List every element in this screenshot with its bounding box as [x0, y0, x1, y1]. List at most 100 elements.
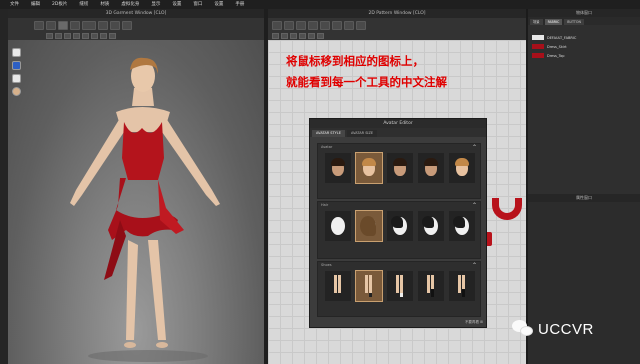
- shoes-thumb[interactable]: [449, 271, 475, 301]
- menu-manual[interactable]: 手册: [229, 0, 250, 9]
- chevron-up-icon[interactable]: ⌃: [472, 202, 477, 209]
- avatar-editor-footer[interactable]: 不要再看 ⊞: [465, 320, 483, 325]
- avatar-thumb[interactable]: [325, 153, 351, 183]
- avatar-editor-dialog: Avatar Editor AVATAR STYLE AVATAR SIZE A…: [309, 118, 487, 328]
- tab-button[interactable]: BUTTON: [564, 19, 584, 25]
- arrangement-tool-button[interactable]: [110, 20, 120, 30]
- internal-line-button[interactable]: [332, 20, 342, 30]
- fold-tool-button[interactable]: [82, 20, 96, 30]
- edit-pattern-button[interactable]: [284, 20, 294, 30]
- avatar-icon[interactable]: [12, 48, 21, 57]
- tab-avatar-size[interactable]: AVATAR SIZE: [346, 130, 378, 137]
- shoes-thumb[interactable]: [387, 271, 413, 301]
- 3d-toolbar-secondary: [8, 32, 264, 40]
- shoes-thumb[interactable]: [325, 271, 351, 301]
- circle-button[interactable]: [320, 20, 330, 30]
- polygon-button[interactable]: [296, 20, 306, 30]
- section-label: Hair: [321, 203, 329, 207]
- tab-scene[interactable]: 场景: [530, 19, 543, 25]
- menu-display[interactable]: 显示: [145, 0, 166, 9]
- menu-2d-pattern[interactable]: 2D板片: [46, 0, 73, 9]
- dart-button[interactable]: [290, 33, 297, 39]
- fabric-name: Dress_Top: [547, 53, 565, 58]
- menu-settings[interactable]: 设置: [166, 0, 187, 9]
- hair-section: Hair ⌃: [317, 201, 481, 259]
- object-browser-panel: 物体窗口 场景 FABRIC BUTTON DEFAULT_FABRIC Dre…: [526, 9, 640, 364]
- menu-preferences[interactable]: 设置: [208, 0, 229, 9]
- avatar-thumb[interactable]: [387, 153, 413, 183]
- fabric-icon[interactable]: [12, 74, 21, 83]
- view-back-button[interactable]: [64, 33, 71, 39]
- trace-button[interactable]: [308, 33, 315, 39]
- tab-avatar-style[interactable]: AVATAR STYLE: [312, 130, 345, 137]
- avatar-thumb[interactable]: [449, 153, 475, 183]
- curve-button[interactable]: [281, 33, 288, 39]
- avatar-editor-title: Avatar Editor: [310, 119, 486, 128]
- view-left-button[interactable]: [73, 33, 80, 39]
- notch-button[interactable]: [299, 33, 306, 39]
- view-mode-button[interactable]: [46, 33, 53, 39]
- segment-sewing-button[interactable]: [344, 20, 354, 30]
- 3d-garment-window: 3D Garment Window [CLO]: [8, 9, 264, 364]
- 3d-viewport[interactable]: [8, 40, 264, 364]
- menu-material[interactable]: 材质: [94, 0, 115, 9]
- view-right-button[interactable]: [82, 33, 89, 39]
- watermark-text: UCCVR: [538, 320, 594, 338]
- hair-thumb[interactable]: [449, 211, 475, 241]
- texture-tool-button[interactable]: [122, 20, 132, 30]
- hair-thumb-selected[interactable]: [355, 210, 383, 242]
- menu-edit[interactable]: 编辑: [25, 0, 46, 9]
- hair-thumb[interactable]: [418, 211, 444, 241]
- view-front-button[interactable]: [55, 33, 62, 39]
- move-tool-button[interactable]: [46, 20, 56, 30]
- texture-edit-button[interactable]: [317, 33, 324, 39]
- texture-view-button[interactable]: [91, 33, 98, 39]
- shoes-thumb[interactable]: [418, 271, 444, 301]
- shoes-thumb-selected[interactable]: [355, 270, 383, 302]
- section-label: Avatar: [321, 145, 333, 149]
- menu-avatar[interactable]: 虚拟化身: [115, 0, 145, 9]
- avatar-thumb-selected[interactable]: [355, 152, 383, 184]
- rectangle-button[interactable]: [308, 20, 318, 30]
- transform-pattern-button[interactable]: [272, 20, 282, 30]
- 3d-window-title: 3D Garment Window [CLO]: [8, 9, 264, 18]
- fabric-item[interactable]: Dress_Skirt: [528, 42, 640, 51]
- section-label: Shoes: [321, 263, 332, 267]
- left-dock-strip: [0, 9, 8, 364]
- 2d-toolbar-secondary: [268, 32, 526, 40]
- select-tool-button[interactable]: [34, 20, 44, 30]
- strain-map-button[interactable]: [109, 33, 116, 39]
- measure-tool-button[interactable]: [98, 20, 108, 30]
- fabric-swatch: [532, 53, 544, 58]
- fabric-item[interactable]: DEFAULT_FABRIC: [528, 33, 640, 42]
- chevron-up-icon[interactable]: ⌃: [472, 262, 477, 269]
- wechat-icon: [512, 320, 534, 338]
- garment-icon[interactable]: [12, 61, 21, 70]
- hair-thumb[interactable]: [325, 211, 351, 241]
- watermark: UCCVR: [512, 320, 594, 338]
- menu-window[interactable]: 窗口: [187, 0, 208, 9]
- free-sewing-button[interactable]: [356, 20, 366, 30]
- menu-file[interactable]: 文件: [4, 0, 25, 9]
- tutorial-annotation: 将鼠标移到相应的图标上， 就能看到每一个工具的中文注解: [286, 51, 447, 93]
- menu-sewing[interactable]: 缝纫: [73, 0, 94, 9]
- pin-tool-button[interactable]: [70, 20, 80, 30]
- shoes-section: Shoes ⌃: [317, 261, 481, 317]
- 3d-toolbar: [8, 18, 264, 32]
- menu-bar: 文件 编辑 2D板片 缝纫 材质 虚拟化身 显示 设置 窗口 设置 手册: [0, 0, 640, 9]
- mesh-view-button[interactable]: [100, 33, 107, 39]
- fabric-name: Dress_Skirt: [547, 44, 567, 49]
- avatar-model: [70, 57, 220, 362]
- hair-thumb[interactable]: [387, 211, 413, 241]
- simulate-button[interactable]: [58, 20, 68, 30]
- avatar-section: Avatar ⌃: [317, 143, 481, 199]
- avatar-thumb[interactable]: [418, 153, 444, 183]
- fabric-name: DEFAULT_FABRIC: [547, 35, 577, 40]
- chevron-up-icon[interactable]: ⌃: [472, 144, 477, 151]
- fabric-item[interactable]: Dress_Top: [528, 51, 640, 60]
- tab-fabric[interactable]: FABRIC: [544, 19, 563, 25]
- add-point-button[interactable]: [272, 33, 279, 39]
- property-editor-panel: [528, 202, 640, 364]
- face-icon[interactable]: [12, 87, 21, 96]
- 2d-window-title: 2D Pattern Window [CLO]: [268, 9, 526, 18]
